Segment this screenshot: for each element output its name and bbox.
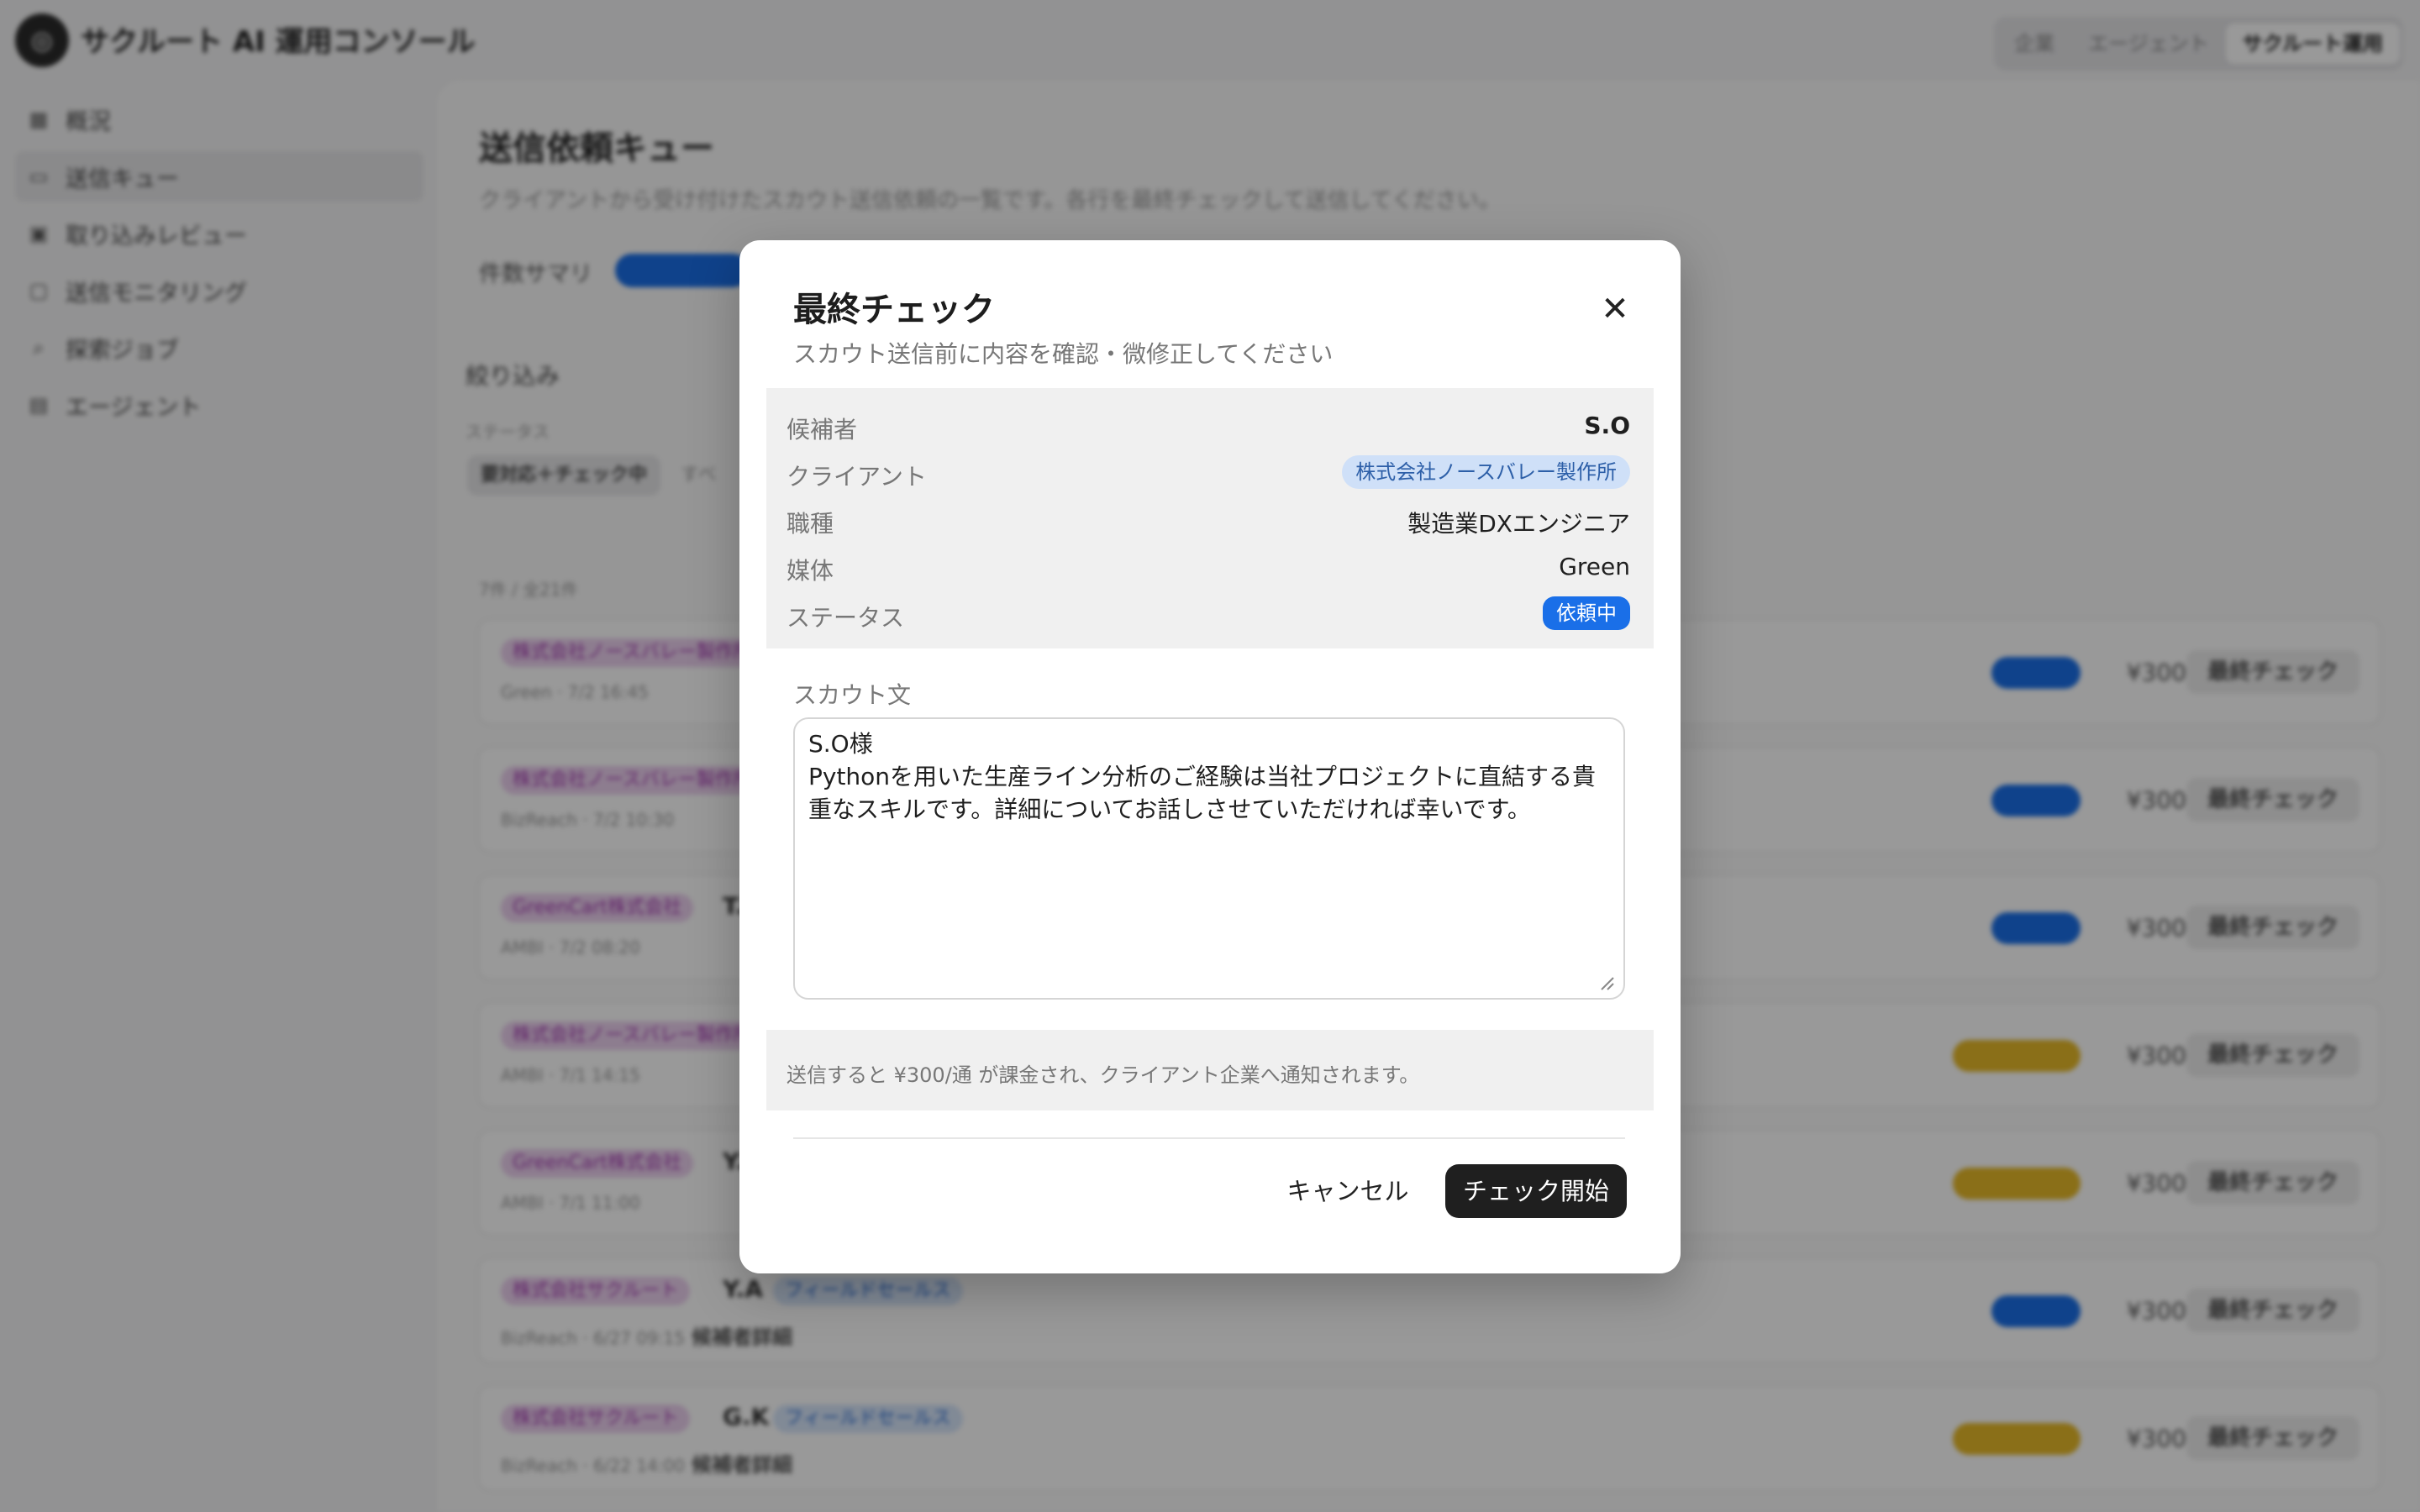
final-check-dialog: 最終チェック スカウト送信前に内容を確認・微修正してください ✕ 候補者 S.O…: [739, 240, 1681, 1273]
scout-text-area[interactable]: S.O様 Pythonを用いた生産ライン分析のご経験は当社プロジェクトに直結する…: [793, 717, 1625, 1000]
info-row-status: ステータス 依頼中: [786, 593, 1630, 633]
scout-label: スカウト文: [793, 681, 912, 709]
divider: [793, 1137, 1625, 1139]
info-row-client: クライアント 株式会社ノースバレー製作所: [786, 452, 1630, 492]
info-label: 職種: [786, 510, 834, 538]
media-value: Green: [1559, 553, 1630, 580]
status-badge: 依頼中: [1543, 596, 1630, 630]
candidate-info-panel: 候補者 S.O クライアント 株式会社ノースバレー製作所 職種 製造業DXエンジ…: [766, 388, 1654, 648]
info-row-job: 職種 製造業DXエンジニア: [786, 499, 1630, 539]
dialog-title: 最終チェック: [793, 291, 995, 329]
info-label: 媒体: [786, 557, 834, 585]
billing-note: 送信すると ¥300/通 が課金され、クライアント企業へ通知されます。: [766, 1030, 1654, 1110]
candidate-value: S.O: [1584, 412, 1630, 439]
info-label: ステータス: [786, 604, 905, 632]
cancel-button[interactable]: キャンセル: [1286, 1164, 1410, 1218]
job-value: 製造業DXエンジニア: [1407, 510, 1630, 538]
info-label: クライアント: [786, 463, 927, 491]
info-row-media: 媒体 Green: [786, 546, 1630, 586]
info-label: 候補者: [786, 416, 858, 444]
resize-handle-icon[interactable]: [1597, 973, 1615, 991]
close-icon[interactable]: ✕: [1595, 289, 1635, 329]
dialog-subtitle: スカウト送信前に内容を確認・微修正してください: [793, 340, 1334, 368]
billing-note-text: 送信すると ¥300/通 が課金され、クライアント企業へ通知されます。: [786, 1063, 1420, 1087]
client-badge: 株式会社ノースバレー製作所: [1342, 455, 1630, 489]
start-check-button[interactable]: チェック開始: [1445, 1164, 1627, 1218]
info-row-candidate: 候補者 S.O: [786, 405, 1630, 445]
